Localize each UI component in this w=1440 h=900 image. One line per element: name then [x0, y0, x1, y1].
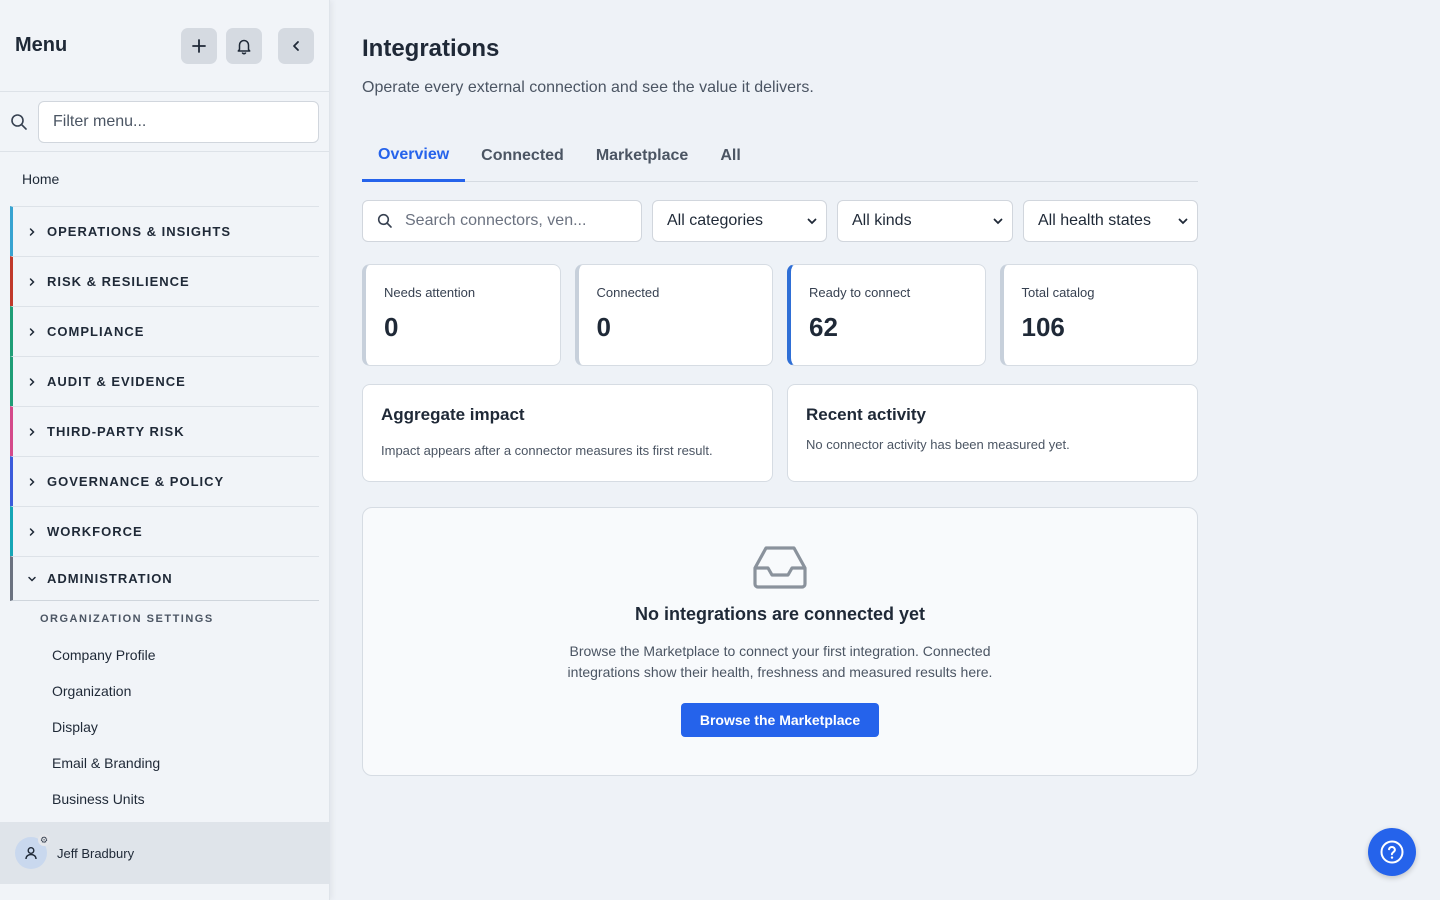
kind-select[interactable]: All kinds: [837, 200, 1013, 242]
stat-value: 0: [596, 312, 611, 342]
sidebar-section-label: GOVERNANCE & POLICY: [47, 474, 225, 489]
chevron-right-icon: [27, 477, 43, 487]
chevron-down-icon: [27, 574, 43, 584]
help-button[interactable]: [1368, 828, 1416, 876]
sidebar-search: [0, 92, 329, 152]
empty-state: No integrations are connected yet Browse…: [362, 507, 1198, 776]
filter-menu-input[interactable]: [38, 100, 319, 143]
sidebar-nav: OPERATIONS & INSIGHTS RISK & RESILIENCE …: [0, 206, 329, 817]
stat-label: Ready to connect: [809, 285, 911, 300]
user-menu[interactable]: ⚙ Jeff Bradbury: [0, 822, 329, 884]
stat-card-needs-attention[interactable]: Needs attention 0: [362, 264, 561, 366]
sidebar: Menu Home OPERATIONS & INSIGHTS RISK & R…: [0, 0, 330, 900]
add-button[interactable]: [181, 27, 217, 64]
sidebar-item-email-branding[interactable]: Email & Branding: [10, 745, 319, 781]
aggregate-impact-panel: Aggregate impact Impact appears after a …: [362, 384, 773, 482]
bell-icon: [237, 39, 251, 54]
category-select-value: All categories: [667, 212, 764, 229]
notifications-button[interactable]: [226, 27, 262, 64]
filter-bar: All categories All kinds All health stat…: [362, 200, 1198, 242]
page-subtitle: Operate every external connection and se…: [362, 79, 814, 96]
sidebar-item-audit-evidence[interactable]: AUDIT & EVIDENCE: [10, 356, 319, 406]
health-select[interactable]: All health states: [1023, 200, 1198, 242]
sidebar-item-organization[interactable]: Organization: [10, 673, 319, 709]
tab-connected[interactable]: Connected: [465, 130, 580, 182]
connector-search: [362, 200, 642, 242]
avatar: ⚙: [15, 834, 50, 869]
user-icon: [25, 847, 37, 860]
aggregate-impact-text: Impact appears after a connector measure…: [381, 443, 713, 458]
health-select-value: All health states: [1038, 212, 1151, 229]
chevron-down-icon: [807, 218, 817, 225]
stat-card-ready-to-connect[interactable]: Ready to connect 62: [787, 264, 986, 366]
chevron-right-icon: [27, 327, 43, 337]
sidebar-section-label: OPERATIONS & INSIGHTS: [47, 224, 231, 239]
summary-panels: Aggregate impact Impact appears after a …: [362, 384, 1198, 482]
collapse-sidebar-button[interactable]: [278, 27, 314, 64]
tab-bar: Overview Connected Marketplace All: [362, 130, 1198, 182]
recent-activity-panel: Recent activity No connector activity ha…: [787, 384, 1198, 482]
help-icon: [1380, 840, 1404, 864]
sidebar-item-display[interactable]: Display: [10, 709, 319, 745]
stat-value: 106: [1021, 312, 1065, 342]
empty-state-title: No integrations are connected yet: [634, 604, 926, 624]
stat-label: Total catalog: [1021, 285, 1095, 300]
sidebar-section-label: RISK & RESILIENCE: [47, 274, 190, 289]
sidebar-item-compliance[interactable]: COMPLIANCE: [10, 306, 319, 356]
user-name: Jeff Bradbury: [57, 845, 135, 861]
sidebar-item-governance-policy[interactable]: GOVERNANCE & POLICY: [10, 456, 319, 506]
stat-label: Connected: [596, 285, 660, 300]
sidebar-title: Menu: [15, 34, 68, 56]
inbox-icon: [753, 546, 807, 589]
chevron-right-icon: [27, 227, 43, 237]
chevron-right-icon: [27, 377, 43, 387]
sidebar-item-administration[interactable]: ADMINISTRATION: [10, 556, 319, 601]
browse-marketplace-button[interactable]: Browse the Marketplace: [680, 703, 880, 737]
chevron-right-icon: [27, 527, 43, 537]
page-title: Integrations: [362, 35, 500, 62]
category-select[interactable]: All categories: [652, 200, 827, 242]
stat-label: Needs attention: [384, 285, 476, 300]
tab-all[interactable]: All: [704, 130, 756, 182]
recent-activity-text: No connector activity has been measured …: [806, 437, 1070, 452]
search-icon: [377, 213, 392, 228]
kind-select-value: All kinds: [852, 212, 912, 229]
sidebar-section-label: COMPLIANCE: [47, 324, 145, 339]
sidebar-item-operations-insights[interactable]: OPERATIONS & INSIGHTS: [10, 206, 319, 256]
stat-card-connected[interactable]: Connected 0: [574, 264, 773, 366]
empty-state-text: Browse the Marketplace to connect your f…: [567, 643, 993, 680]
sidebar-header: Menu: [0, 0, 329, 92]
sidebar-section-label: WORKFORCE: [47, 524, 143, 539]
tab-overview[interactable]: Overview: [362, 130, 466, 182]
chevron-down-icon: [993, 218, 1003, 225]
chevron-left-icon: [293, 40, 299, 51]
sidebar-section-label: AUDIT & EVIDENCE: [47, 374, 186, 389]
sidebar-item-home[interactable]: Home: [0, 152, 329, 206]
sidebar-section-label: ADMINISTRATION: [47, 571, 173, 586]
chevron-right-icon: [27, 427, 43, 437]
stat-value: 0: [384, 312, 399, 342]
gear-icon: ⚙: [38, 834, 50, 846]
connector-search-input[interactable]: [405, 212, 627, 230]
plus-icon: [192, 38, 206, 53]
stat-card-total-catalog[interactable]: Total catalog 106: [999, 264, 1198, 366]
sidebar-section-label: THIRD-PARTY RISK: [47, 424, 185, 439]
sidebar-item-workforce[interactable]: WORKFORCE: [10, 506, 319, 556]
stat-value: 62: [809, 312, 838, 342]
stat-cards: Needs attention 0 Connected 0 Ready to c…: [362, 264, 1198, 366]
chevron-down-icon: [1178, 218, 1188, 225]
aggregate-impact-title: Aggregate impact: [381, 405, 525, 424]
tab-marketplace[interactable]: Marketplace: [580, 130, 705, 182]
sidebar-item-risk-resilience[interactable]: RISK & RESILIENCE: [10, 256, 319, 306]
sidebar-item-third-party-risk[interactable]: THIRD-PARTY RISK: [10, 406, 319, 456]
chevron-right-icon: [27, 277, 43, 287]
sidebar-item-company-profile[interactable]: Company Profile: [10, 637, 319, 673]
sidebar-item-business-units[interactable]: Business Units: [10, 781, 319, 817]
organization-settings-header: ORGANIZATION SETTINGS: [40, 613, 214, 625]
recent-activity-title: Recent activity: [806, 405, 926, 424]
search-icon: [10, 113, 28, 131]
